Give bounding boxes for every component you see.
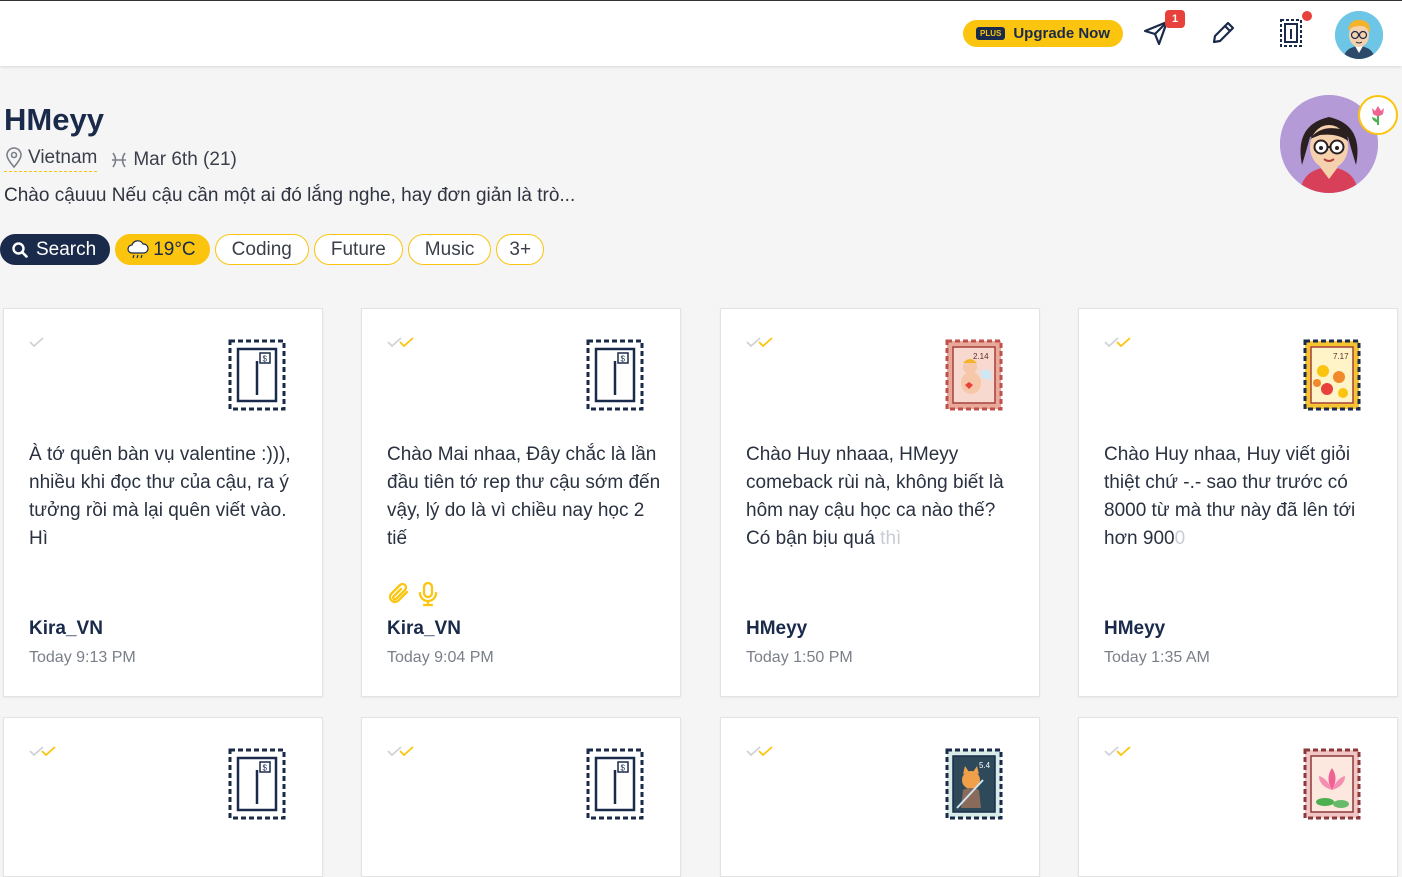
search-icon	[12, 241, 28, 258]
profile-name: HMeyy	[4, 102, 104, 137]
cupid-stamp-icon: 2.14	[945, 339, 1003, 411]
profile-bio[interactable]: Chào cậuuu Nếu cậu cần một ai đó lắng ng…	[4, 185, 575, 207]
svg-text:5.4: 5.4	[979, 761, 991, 770]
letter-time: Today 1:50 PM	[746, 649, 853, 666]
search-label: Search	[36, 238, 97, 260]
lotus-stamp-icon	[1303, 748, 1361, 820]
letter-preview: À tớ quên bàn vụ valentine :))), nhiều k…	[29, 444, 291, 549]
default-stamp-icon: $	[228, 748, 286, 820]
svg-text:2.14: 2.14	[973, 352, 989, 361]
letter-time: Today 9:13 PM	[29, 649, 136, 666]
letter-card[interactable]: 5.4	[720, 717, 1040, 877]
location-link[interactable]: Vietnam	[4, 147, 98, 172]
cat-stamp-icon: 5.4	[945, 748, 1003, 820]
letter-preview: Chào Huy nhaaa, HMeyy comeback rùi nà, k…	[746, 444, 1004, 549]
weather-temp: 19°C	[153, 238, 196, 260]
location-text: Vietnam	[28, 147, 98, 168]
letter-author: HMeyy	[746, 618, 808, 639]
svg-text:7.17: 7.17	[1333, 352, 1349, 361]
new-stamp-dot	[1302, 11, 1312, 21]
upgrade-label: Upgrade Now	[1013, 25, 1111, 42]
letter-card[interactable]: $ Chào Mai nhaa, Đây chắc là lần đầu tiê…	[361, 308, 681, 697]
letter-author: HMeyy	[1104, 618, 1166, 639]
letter-time: Today 9:04 PM	[387, 649, 494, 666]
letter-card[interactable]: $	[361, 717, 681, 877]
default-stamp-icon: $	[586, 748, 644, 820]
search-button[interactable]: Search	[0, 234, 111, 265]
interest-chip-coding[interactable]: Coding	[214, 234, 309, 265]
tulip-badge-icon[interactable]	[1358, 95, 1398, 135]
rain-cloud-icon	[127, 239, 149, 258]
profile-meta: Vietnam Mar 6th (21)	[4, 147, 237, 172]
interest-chip-future[interactable]: Future	[313, 234, 403, 265]
letter-author: Kira_VN	[387, 618, 461, 639]
double-check-icon	[1103, 744, 1137, 762]
double-check-icon	[745, 335, 779, 353]
plus-badge: PLUS	[976, 27, 1006, 40]
letter-card[interactable]: 7.17 Chào Huy nhaa, Huy viết giỏi thiệt …	[1078, 308, 1398, 697]
pencil-icon[interactable]	[1205, 15, 1241, 51]
letter-card[interactable]: $	[3, 717, 323, 877]
svg-text:$: $	[263, 355, 268, 364]
emoji-stamp-icon: 7.17	[1303, 339, 1361, 411]
location-pin-icon	[6, 147, 22, 169]
microphone-icon	[418, 581, 438, 607]
user-avatar[interactable]	[1335, 11, 1383, 59]
birthday: Mar 6th (21)	[109, 148, 237, 171]
letter-time: Today 1:35 AM	[1104, 649, 1210, 666]
letter-preview: Chào Mai nhaa, Đây chắc là lần đầu tiên …	[387, 444, 661, 549]
interest-chip-music[interactable]: Music	[407, 234, 492, 265]
letter-author: Kira_VN	[29, 618, 103, 639]
letter-preview: Chào Huy nhaa, Huy viết giỏi thiệt chứ -…	[1104, 444, 1356, 549]
default-stamp-icon: $	[586, 339, 644, 411]
letter-card[interactable]: 2.14 Chào Huy nhaaa, HMeyy comeback rùi …	[720, 308, 1040, 697]
birthday-text: Mar 6th (21)	[133, 148, 237, 170]
top-bar: PLUS Upgrade Now 1	[0, 0, 1402, 66]
letter-card[interactable]: $ À tớ quên bàn vụ valentine :))), nhiều…	[3, 308, 323, 697]
single-check-icon	[28, 335, 46, 353]
double-check-icon	[745, 744, 779, 762]
paperclip-icon	[388, 582, 409, 604]
double-check-icon	[28, 744, 62, 762]
more-interests-chip[interactable]: 3+	[496, 234, 545, 265]
notification-count: 1	[1165, 10, 1185, 28]
pisces-icon	[112, 152, 127, 167]
double-check-icon	[386, 335, 420, 353]
default-stamp-icon: $	[228, 339, 286, 411]
letter-attachments	[387, 581, 439, 607]
letter-card[interactable]	[1078, 717, 1398, 877]
weather-chip[interactable]: 19°C	[115, 234, 210, 265]
stamp-collection-icon[interactable]	[1273, 15, 1309, 51]
upgrade-now-button[interactable]: PLUS Upgrade Now	[963, 20, 1123, 47]
profile-chips: Search 19°C Coding Future Music 3+	[0, 234, 545, 265]
svg-text:$: $	[621, 355, 626, 364]
double-check-icon	[386, 744, 420, 762]
double-check-icon	[1103, 335, 1137, 353]
svg-text:$: $	[621, 764, 626, 773]
svg-text:$: $	[263, 764, 268, 773]
